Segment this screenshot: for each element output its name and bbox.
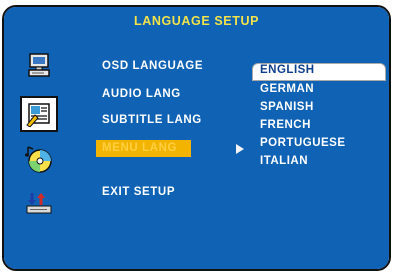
option-german[interactable]: GERMAN [260, 83, 314, 95]
settings-document-icon[interactable] [20, 96, 58, 132]
language-options-list: ENGLISH GERMAN SPANISH FRENCH PORTUGUESE… [252, 60, 386, 180]
option-spanish[interactable]: SPANISH [260, 101, 314, 113]
setup-window: LANGUAGE SETUP OSD LANGUAGE AUDIO LANG S… [2, 5, 391, 271]
sidebar [4, 36, 74, 269]
sort-arrows-icon[interactable] [24, 188, 54, 218]
monitor-icon[interactable] [24, 50, 54, 80]
menu-item-osd-language[interactable]: OSD LANGUAGE [102, 60, 203, 72]
menu-item-menu-lang[interactable]: MENU LANG [96, 140, 192, 157]
menu-item-subtitle-lang[interactable]: SUBTITLE LANG [102, 114, 202, 126]
option-english[interactable]: ENGLISH [260, 64, 315, 76]
option-french[interactable]: FRENCH [260, 119, 311, 131]
menu-panel: OSD LANGUAGE AUDIO LANG SUBTITLE LANG ME… [74, 36, 389, 269]
submenu-arrow-icon [236, 144, 244, 154]
menu-item-exit-setup[interactable]: EXIT SETUP [102, 186, 175, 198]
window-title: LANGUAGE SETUP [4, 7, 389, 36]
option-portuguese[interactable]: PORTUGUESE [260, 137, 346, 149]
menu-item-audio-lang[interactable]: AUDIO LANG [102, 88, 181, 100]
option-italian[interactable]: ITALIAN [260, 155, 308, 167]
audio-disc-icon[interactable] [24, 144, 54, 174]
